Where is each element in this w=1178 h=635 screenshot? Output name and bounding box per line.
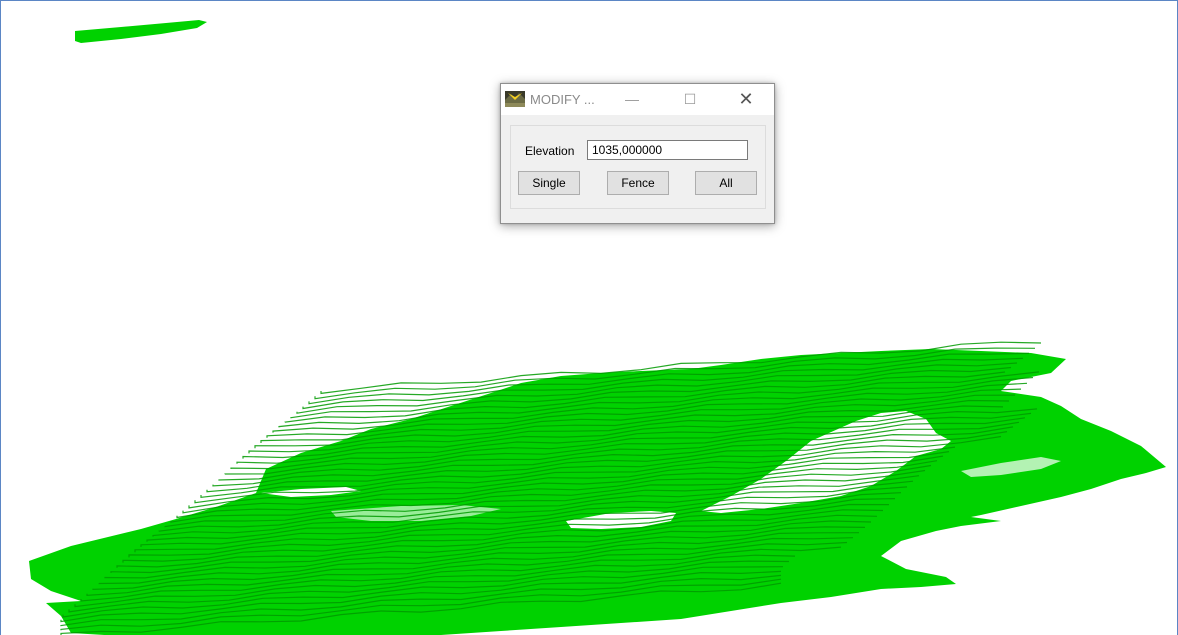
dialog-titlebar[interactable]: MODIFY ... — ☐ ✕ [501, 84, 774, 115]
elevation-label: Elevation [525, 144, 575, 158]
minimize-button[interactable]: — [613, 84, 651, 115]
cad-viewport[interactable]: MODIFY ... — ☐ ✕ Elevation Single Fence … [0, 0, 1178, 635]
close-button[interactable]: ✕ [727, 84, 765, 115]
options-group [510, 125, 766, 209]
contour-fragment-top [75, 20, 207, 43]
app-logo-icon [505, 91, 525, 107]
single-button[interactable]: Single [518, 171, 580, 195]
modify-dialog: MODIFY ... — ☐ ✕ Elevation Single Fence … [500, 83, 775, 224]
elevation-input[interactable] [587, 140, 748, 160]
maximize-button[interactable]: ☐ [671, 84, 709, 115]
all-button[interactable]: All [695, 171, 757, 195]
fence-button[interactable]: Fence [607, 171, 669, 195]
dialog-title: MODIFY ... [530, 92, 595, 107]
